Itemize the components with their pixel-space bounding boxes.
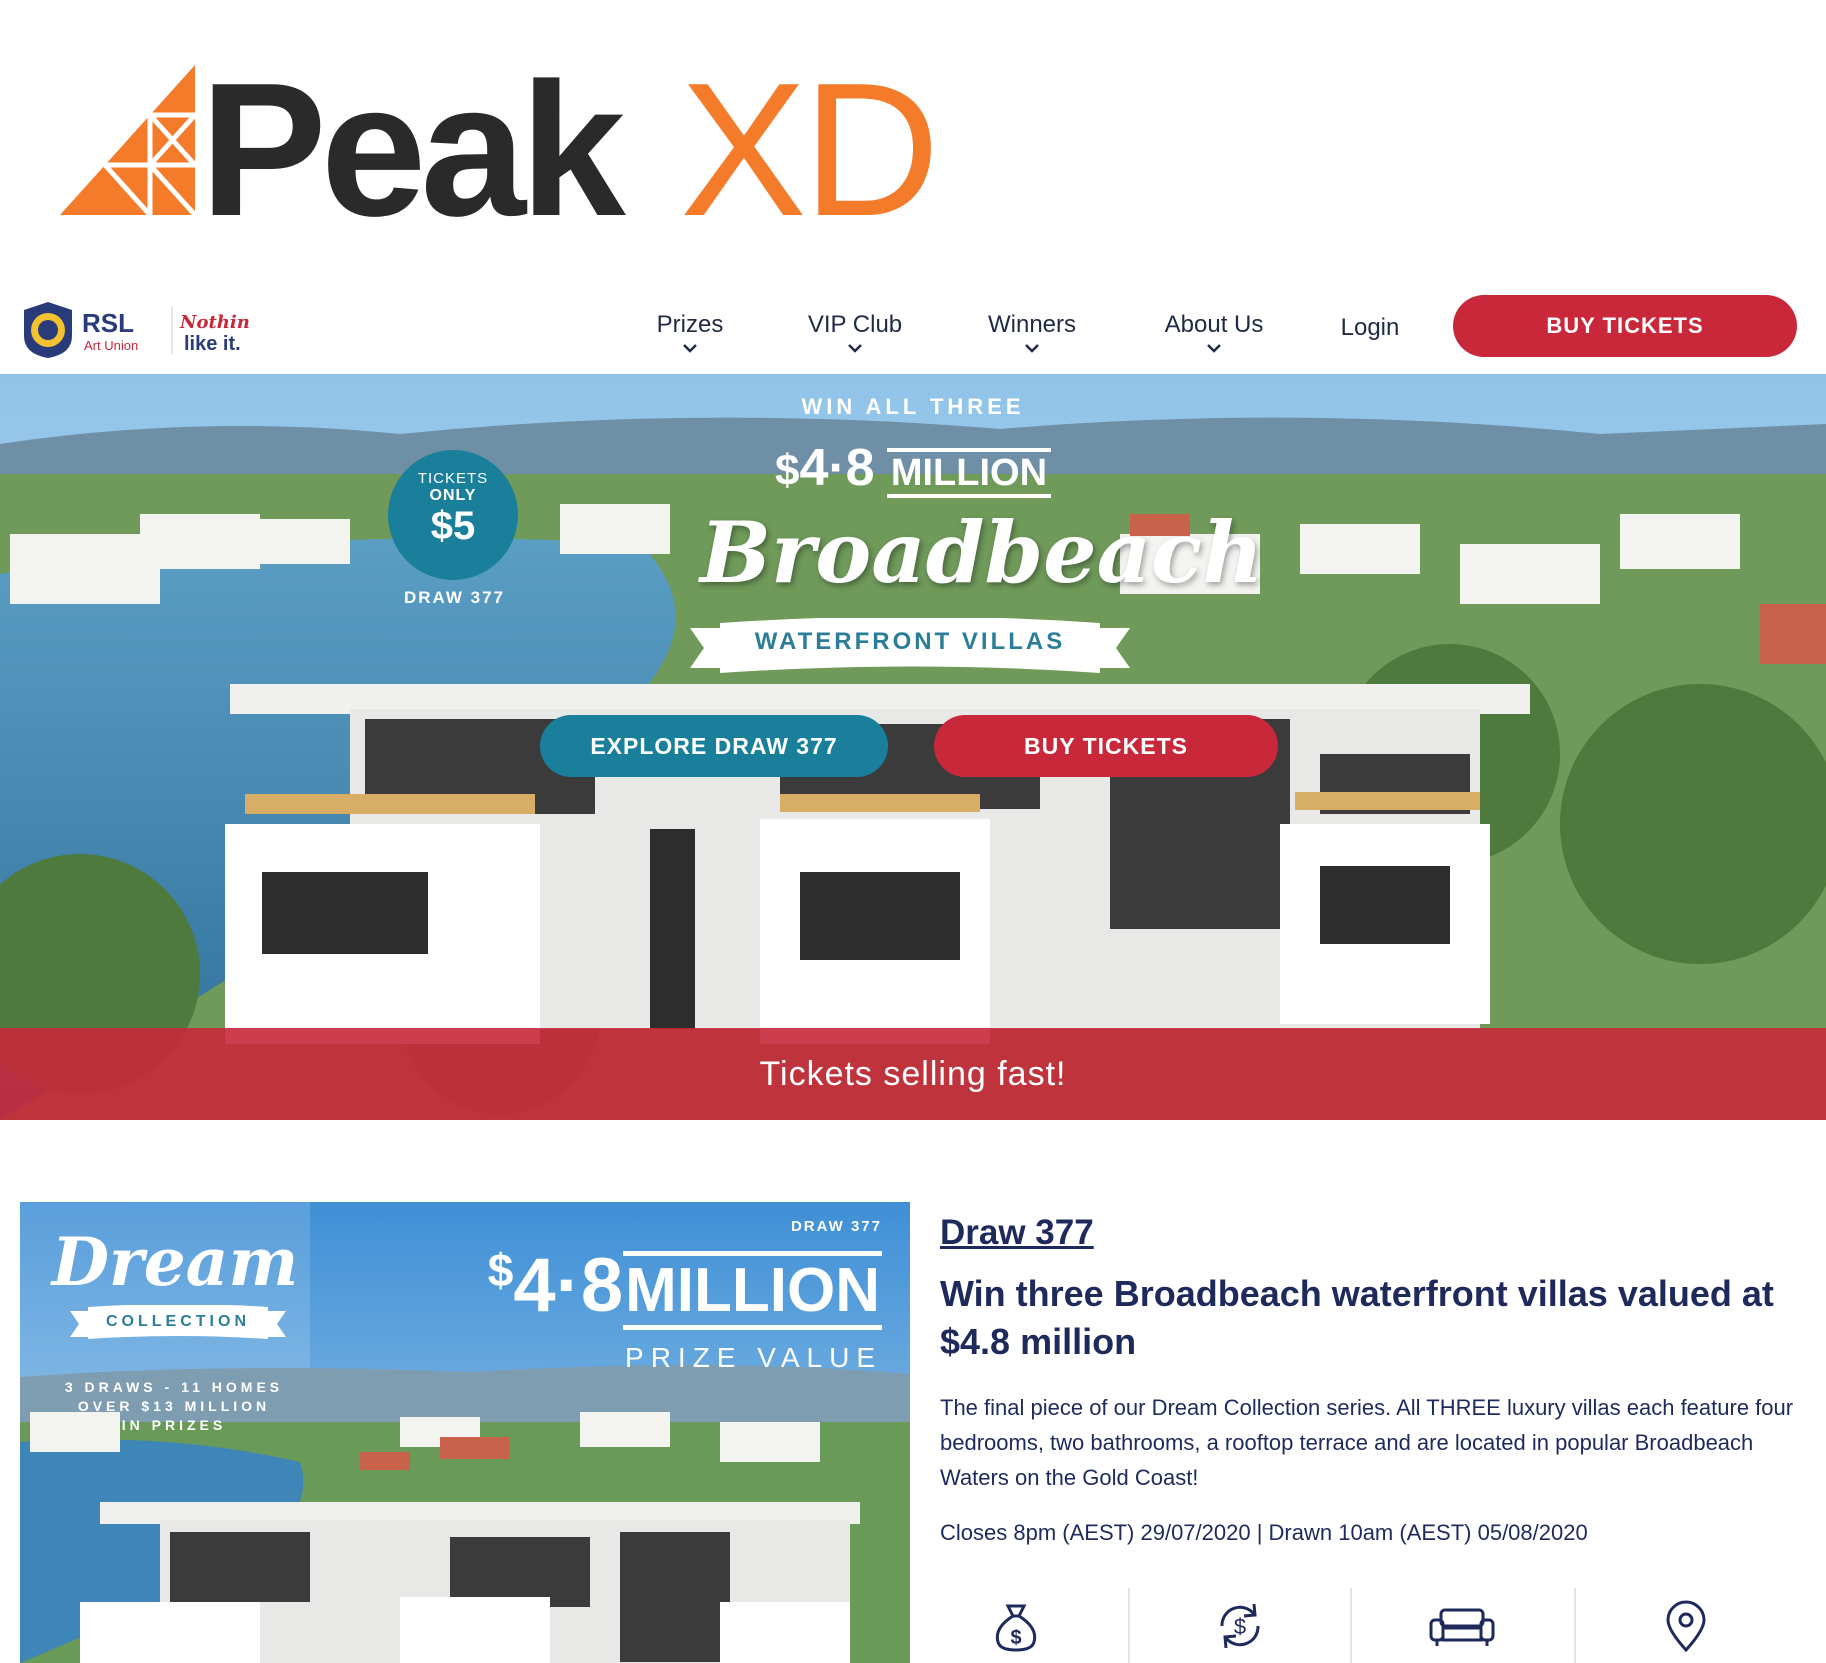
rsl-tagline-1: Nothing	[179, 312, 250, 333]
draw-dates: Closes 8pm (AEST) 29/07/2020 | Drawn 10a…	[940, 1520, 1588, 1545]
chevron-down-icon	[1207, 344, 1221, 353]
hero-ribbon-text: WATERFRONT VILLAS	[754, 628, 1066, 655]
rsl-sub: Art Union	[84, 338, 138, 353]
promo-sub-2: OVER $13 MILLION	[77, 1398, 271, 1414]
nav-login-label: Login	[1340, 314, 1400, 341]
rsl-logo[interactable]: RSL Art Union Nothing like it.	[20, 298, 262, 360]
cash-cycle-icon: $	[1220, 1603, 1260, 1649]
promo-dream-script: Dream	[51, 1223, 299, 1301]
rsl-crest-icon	[24, 302, 72, 358]
hero-amount-dollar: $	[774, 446, 800, 495]
chevron-down-icon	[683, 344, 697, 353]
tickets-selling-banner: Tickets selling fast!	[0, 1028, 1826, 1120]
hero-amount-million: MILLION	[886, 448, 1052, 498]
draw-description: The final piece of our Dream Collection …	[940, 1395, 1794, 1490]
peak-wordmark: Peak	[200, 55, 626, 225]
badge-line1: TICKETS	[417, 470, 489, 487]
promo-collection-label: COLLECTION	[106, 1313, 250, 1330]
draw-title-link[interactable]: Draw 377	[940, 1213, 1094, 1253]
promo-prize-value: PRIZE VALUE	[625, 1342, 882, 1373]
svg-text:$: $	[1234, 1614, 1246, 1639]
badge-draw-number: DRAW 377	[403, 588, 506, 607]
nav-about-us[interactable]: About Us	[1150, 310, 1278, 358]
promo-series-info: 3 DRAWS - 11 HOMES OVER $13 MILLION IN P…	[34, 1378, 314, 1435]
badge-line2: ONLY	[429, 487, 477, 504]
promo-sub-1: 3 DRAWS - 11 HOMES	[64, 1379, 284, 1395]
feature-prize-value: $	[906, 1588, 1126, 1663]
explore-draw-button[interactable]: EXPLORE DRAW 377	[540, 715, 888, 777]
feature-furnished	[1352, 1588, 1572, 1663]
nav-prizes-label: Prizes	[656, 311, 724, 338]
draw-headline: Win three Broadbeach waterfront villas v…	[940, 1273, 1774, 1362]
header-buy-tickets-button[interactable]: BUY TICKETS	[1453, 295, 1797, 357]
peakxd-logo: Peak XD	[60, 55, 960, 225]
feature-cash: $	[1130, 1588, 1350, 1663]
rsl-tagline-2: like it.	[184, 333, 241, 355]
promo-amount-number: 4·8	[513, 1243, 624, 1328]
promo-amount-dollar: $	[487, 1244, 514, 1296]
hero-prize-amount: $4·8 MILLION	[740, 440, 1086, 501]
promo-sub-3: IN PRIZES	[121, 1417, 227, 1433]
nav-vip-club-label: VIP Club	[807, 311, 903, 338]
hero-script-title: Broadbeach	[700, 503, 1264, 602]
hero-win-all-three: WIN ALL THREE	[801, 394, 1025, 419]
svg-text:$: $	[1010, 1627, 1021, 1649]
promo-prize-amount: $4·8MILLION	[420, 1243, 882, 1330]
nav-vip-club[interactable]: VIP Club	[796, 310, 914, 358]
hero-buy-tickets-button[interactable]: BUY TICKETS	[934, 715, 1278, 777]
nav-winners[interactable]: Winners	[976, 310, 1088, 358]
feature-location	[1576, 1588, 1796, 1663]
ticket-price-badge: TICKETS ONLY $5	[388, 450, 518, 580]
promo-draw-number: DRAW 377	[790, 1218, 882, 1235]
xd-wordmark: XD	[680, 55, 936, 225]
sofa-icon	[1429, 1608, 1495, 1646]
money-bag-icon: $	[995, 1604, 1037, 1652]
nav-winners-label: Winners	[987, 311, 1077, 338]
peakxd-triangle-icon: Peak XD	[60, 55, 940, 225]
nav-prizes[interactable]: Prizes	[644, 310, 736, 358]
location-pin-icon	[1666, 1600, 1706, 1653]
nav-about-us-label: About Us	[1164, 311, 1264, 338]
badge-price: $5	[430, 504, 476, 548]
promo-amount-million: MILLION	[623, 1251, 882, 1330]
hero-amount-number: 4·8	[799, 439, 875, 497]
chevron-down-icon	[848, 344, 862, 353]
chevron-down-icon	[1025, 344, 1039, 353]
nav-login[interactable]: Login	[1330, 313, 1410, 361]
rsl-name: RSL	[82, 308, 134, 338]
